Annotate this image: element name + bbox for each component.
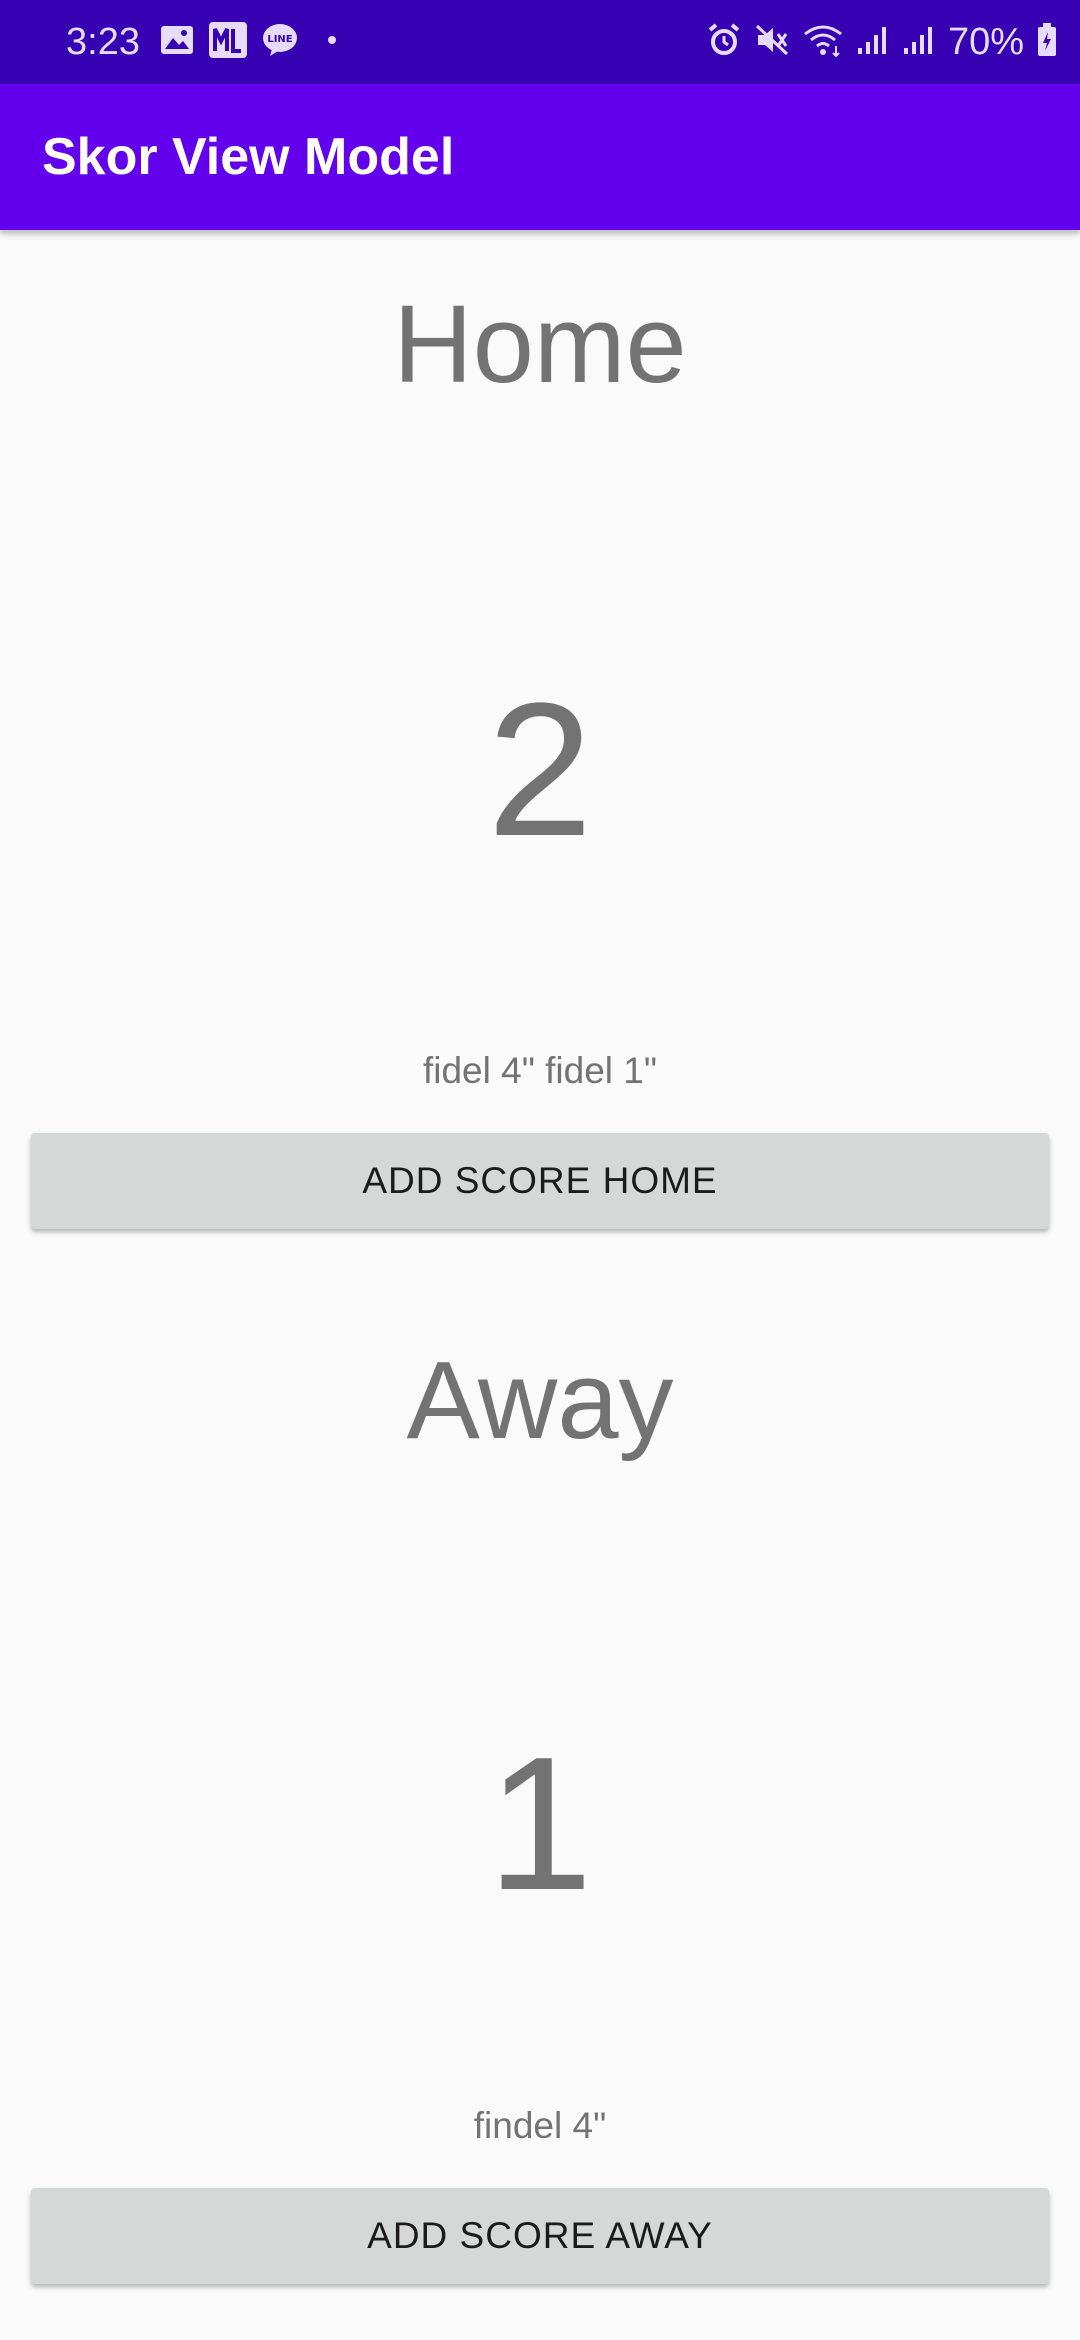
notification-dot-icon [312,33,346,51]
battery-percent: 70% [947,21,1024,63]
add-score-home-button[interactable]: ADD SCORE HOME [31,1133,1049,1229]
home-score: 2 [487,664,593,876]
signal-icon-2 [902,24,936,61]
app-title: Skor View Model [42,128,455,186]
battery-icon [1036,22,1058,63]
alarm-icon [706,22,742,63]
status-time: 3:23 [66,21,140,63]
mute-icon [754,22,790,63]
away-scorers: findel 4" [473,2105,607,2146]
away-team-label: Away [406,1339,674,1462]
home-scorers: fidel 4" fidel 1" [422,1050,657,1091]
app-bar: Skor View Model [0,84,1080,230]
away-score: 1 [487,1718,593,1930]
gallery-icon [160,25,194,60]
line-app-icon: LINE [262,23,298,62]
wifi-icon [802,22,844,63]
status-left-icons: LINE [160,20,346,64]
signal-icon [856,24,890,61]
status-bar: 3:23 LINE 70% [0,0,1080,84]
status-right-icons: 70% [706,20,1058,64]
home-team-label: Home [393,283,687,406]
ml-app-icon [208,21,248,64]
add-score-away-button[interactable]: ADD SCORE AWAY [31,2188,1049,2284]
svg-text:LINE: LINE [267,34,292,45]
